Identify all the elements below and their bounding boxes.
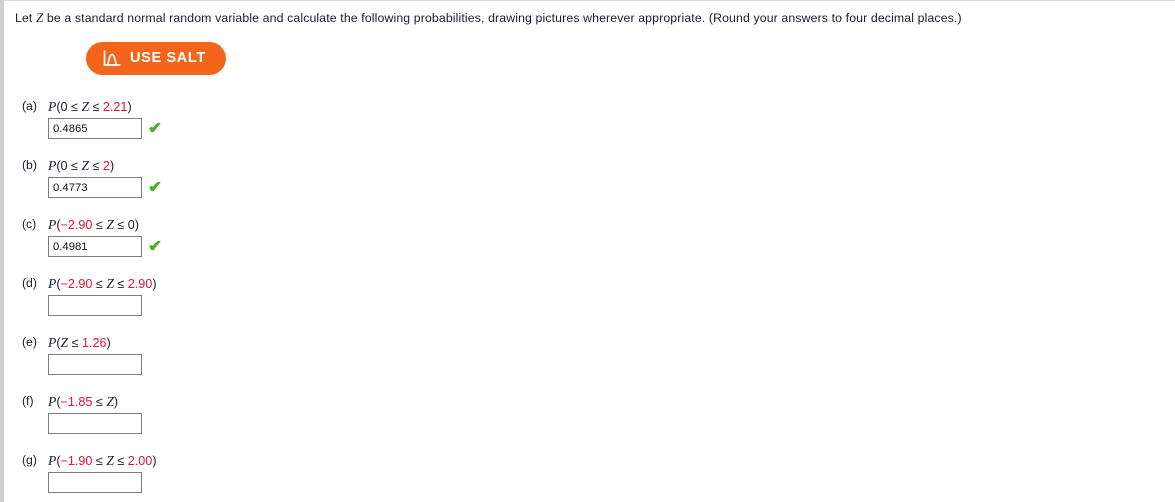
problem-statement-post: be a standard normal random variable and… (43, 11, 962, 25)
green-check-icon: ✔ (147, 178, 164, 197)
answer-input[interactable] (48, 236, 142, 257)
expression-value: −1.85 (60, 395, 93, 409)
answer-row: ✔ (48, 236, 164, 257)
expression-token: ) (152, 277, 157, 291)
answer-row: ✔ (48, 472, 142, 493)
expression-token: ≤ (95, 395, 103, 409)
expression-token: ) (127, 100, 132, 114)
question-letter: (d) (22, 276, 37, 290)
expression-token: ) (106, 336, 111, 350)
expression-token: Z (60, 335, 69, 350)
question-letter: (e) (22, 335, 37, 349)
expression-token: ) (152, 454, 157, 468)
question-letter: (a) (22, 99, 37, 113)
answer-row: ✔ (48, 413, 142, 434)
expression-token: 0) (124, 218, 139, 232)
question-letter: (b) (22, 158, 37, 172)
problem-statement-pre: Let (15, 11, 37, 25)
exercise-page: Let Z be a standard normal random variab… (0, 0, 1175, 502)
salt-button-container: USE SALT (86, 42, 226, 75)
expression-value: 1.26 (82, 336, 107, 350)
answer-input[interactable] (48, 472, 142, 493)
answer-input[interactable] (48, 177, 142, 198)
answer-input[interactable] (48, 354, 142, 375)
probability-expression: P(−2.90 ≤ Z ≤ 0) (48, 217, 139, 233)
expression-value: −2.90 (60, 277, 93, 291)
expression-value: 2.21 (102, 100, 128, 114)
probability-expression: P(0 ≤ Z ≤ 2.21) (48, 99, 132, 115)
expression-token: Z (106, 453, 114, 468)
answer-row: ✔ (48, 354, 142, 375)
expression-token: ≤ (95, 218, 103, 232)
probability-expression: P(−1.85 ≤ Z) (48, 394, 118, 410)
answer-input[interactable] (48, 295, 142, 316)
expression-token: ≤ (95, 277, 103, 291)
expression-token: (0 (56, 159, 72, 173)
expression-token: (0 (56, 100, 72, 114)
expression-value: 2.00 (127, 454, 153, 468)
answer-input[interactable] (48, 413, 142, 434)
normal-curve-icon (103, 50, 121, 67)
expression-token: Z (81, 158, 89, 173)
expression-token: ≤ (71, 159, 78, 173)
expression-token: Z (106, 276, 114, 291)
expression-value: −2.90 (60, 218, 93, 232)
problem-statement: Let Z be a standard normal random variab… (15, 10, 962, 26)
expression-token: Z (106, 217, 114, 232)
expression-token: ≤ (71, 100, 78, 114)
answer-row: ✔ (48, 118, 164, 139)
use-salt-button[interactable]: USE SALT (86, 42, 226, 75)
green-check-icon: ✔ (147, 119, 164, 138)
expression-token: ≤ (95, 454, 103, 468)
question-letter: (g) (22, 453, 37, 467)
green-check-icon: ✔ (147, 237, 164, 256)
answer-row: ✔ (48, 177, 164, 198)
answer-input[interactable] (48, 118, 142, 139)
answer-row: ✔ (48, 295, 142, 316)
expression-value: −1.90 (60, 454, 93, 468)
expression-token: ) (109, 159, 115, 173)
probability-expression: P(−1.90 ≤ Z ≤ 2.00) (48, 453, 157, 469)
expression-value: 2.90 (127, 277, 153, 291)
question-letter: (f) (22, 394, 34, 408)
expression-token: ≤ (71, 336, 79, 350)
probability-expression: P(Z ≤ 1.26) (48, 335, 111, 351)
probability-expression: P(−2.90 ≤ Z ≤ 2.90) (48, 276, 157, 292)
probability-expression: P(0 ≤ Z ≤ 2) (48, 158, 114, 174)
expression-token: Z (106, 394, 114, 409)
expression-token: ) (113, 395, 119, 409)
expression-value: 2 (102, 159, 110, 173)
expression-token: Z (81, 99, 89, 114)
question-letter: (c) (22, 217, 37, 231)
use-salt-label: USE SALT (130, 50, 206, 67)
